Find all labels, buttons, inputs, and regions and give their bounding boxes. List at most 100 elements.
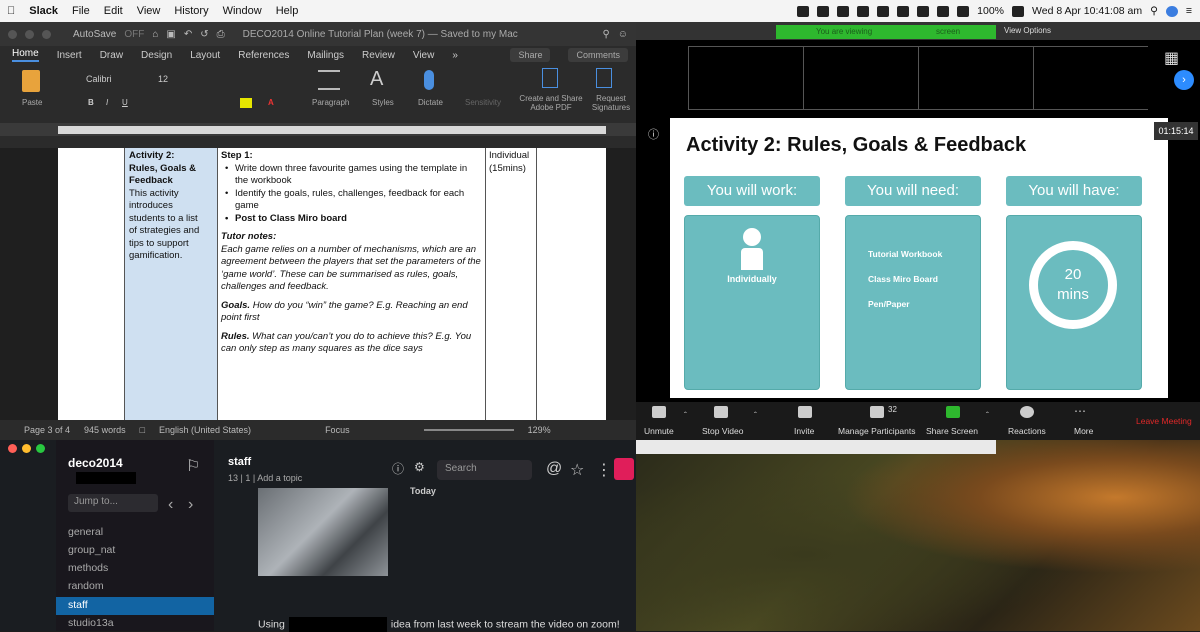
- paste-icon[interactable]: [22, 70, 40, 92]
- font-color-button[interactable]: A: [268, 98, 274, 107]
- video-options-icon[interactable]: ˆ: [754, 410, 757, 420]
- undo-icon[interactable]: ↶: [184, 29, 192, 40]
- participant-thumb-4[interactable]: [1034, 47, 1149, 109]
- more-icon[interactable]: ⋯: [1074, 404, 1086, 418]
- create-share-pdf-button[interactable]: Create and Share Adobe PDF: [518, 94, 584, 112]
- cloud-icon[interactable]: [857, 5, 870, 17]
- menu-app-slack[interactable]: Slack: [22, 5, 65, 17]
- tab-review[interactable]: Review: [362, 50, 395, 61]
- unmute-button[interactable]: Unmute: [644, 426, 674, 436]
- tab-mailings[interactable]: Mailings: [307, 50, 344, 61]
- menu-help[interactable]: Help: [269, 5, 306, 17]
- gift-icon[interactable]: [614, 458, 634, 480]
- menu-window[interactable]: Window: [216, 5, 269, 17]
- request-signatures-button[interactable]: Request Signatures: [588, 94, 634, 112]
- search-icon[interactable]: ⚲: [602, 29, 609, 40]
- more-button[interactable]: More: [1074, 426, 1093, 436]
- zoom-slider[interactable]: [423, 429, 514, 431]
- details-icon[interactable]: ⓘ: [392, 460, 404, 477]
- channel-methods[interactable]: methods: [68, 562, 108, 574]
- settings-gear-icon[interactable]: ⚙: [414, 460, 425, 474]
- stop-video-button[interactable]: Stop Video: [702, 426, 743, 436]
- save-icon[interactable]: ▣: [166, 29, 175, 40]
- ruler[interactable]: [0, 124, 636, 136]
- tab-view[interactable]: View: [413, 50, 435, 61]
- focus-button[interactable]: Focus: [325, 425, 350, 435]
- autosave-label[interactable]: AutoSave: [73, 29, 116, 40]
- document-page[interactable]: Activity 2: Rules, Goals & Feedback This…: [58, 148, 606, 420]
- workspace-name[interactable]: deco2014: [68, 456, 123, 470]
- slack-close-button[interactable]: [8, 444, 17, 453]
- next-page-button[interactable]: ›: [1174, 70, 1194, 90]
- adobe-pdf-icon[interactable]: [542, 68, 558, 88]
- participants-icon[interactable]: [870, 406, 884, 418]
- request-signatures-icon[interactable]: [596, 68, 612, 88]
- more-tabs-icon[interactable]: »: [452, 50, 458, 61]
- info-icon[interactable]: ⓘ: [648, 126, 659, 142]
- participant-thumb-3[interactable]: [919, 47, 1034, 109]
- back-icon[interactable]: ‹: [168, 496, 173, 514]
- notifications-icon[interactable]: ⚐: [186, 456, 200, 476]
- search-input[interactable]: Search: [437, 460, 532, 480]
- styles-icon[interactable]: A: [370, 68, 383, 91]
- forward-icon[interactable]: ›: [188, 496, 193, 514]
- dictate-icon[interactable]: [424, 70, 434, 90]
- channel-random[interactable]: random: [68, 580, 104, 592]
- tray-icon-1[interactable]: [797, 5, 810, 17]
- volume-icon[interactable]: [957, 5, 970, 17]
- menubar-clock[interactable]: Wed 8 Apr 10:41:08 am: [1032, 5, 1142, 17]
- language[interactable]: English (United States): [159, 425, 251, 435]
- slack-zoom-button[interactable]: [36, 444, 45, 453]
- tray-icon-3[interactable]: [837, 5, 850, 17]
- menu-edit[interactable]: Edit: [97, 5, 130, 17]
- bluetooth-icon[interactable]: [917, 5, 930, 17]
- dropbox-icon[interactable]: [817, 5, 830, 17]
- tab-references[interactable]: References: [238, 50, 289, 61]
- underline-button[interactable]: U: [122, 98, 128, 107]
- video-camera-icon[interactable]: [714, 406, 728, 418]
- tab-layout[interactable]: Layout: [190, 50, 220, 61]
- channel-header[interactable]: staff: [228, 456, 251, 468]
- font-size-select[interactable]: 12: [158, 74, 168, 84]
- slack-minimize-button[interactable]: [22, 444, 31, 453]
- dictate-button[interactable]: Dictate: [418, 98, 443, 107]
- microphone-muted-icon[interactable]: [652, 406, 666, 418]
- channel-general[interactable]: general: [68, 526, 103, 538]
- manage-participants-button[interactable]: Manage Participants: [838, 426, 916, 436]
- proofing-icon[interactable]: □: [140, 425, 145, 435]
- control-center-icon[interactable]: ≡: [1186, 5, 1192, 17]
- steps-cell[interactable]: Step 1: Write down three favourite games…: [218, 148, 486, 420]
- apple-icon[interactable]: : [0, 5, 22, 17]
- font-name-select[interactable]: Calibri: [86, 74, 112, 84]
- mode-cell[interactable]: Individual (15mins): [486, 148, 538, 420]
- italic-button[interactable]: I: [106, 98, 108, 107]
- invite-icon[interactable]: [798, 406, 812, 418]
- menu-history[interactable]: History: [167, 5, 215, 17]
- channel-studio13a[interactable]: studio13a: [68, 617, 114, 629]
- word-count[interactable]: 945 words: [84, 425, 126, 435]
- gallery-view-icon[interactable]: ▦: [1164, 48, 1179, 68]
- home-icon[interactable]: ⌂: [152, 29, 158, 40]
- share-screen-icon[interactable]: [946, 406, 960, 418]
- tab-insert[interactable]: Insert: [57, 50, 82, 61]
- highlight-color-button[interactable]: [240, 98, 252, 108]
- zoom-window-button[interactable]: [42, 29, 51, 39]
- jump-to-button[interactable]: Jump to...: [68, 494, 158, 512]
- spotlight-icon[interactable]: ⚲: [1150, 5, 1158, 17]
- page-count[interactable]: Page 3 of 4: [24, 425, 70, 435]
- paragraph-button[interactable]: Paragraph: [312, 98, 349, 107]
- participant-thumb-1[interactable]: [689, 47, 804, 109]
- reactions-icon[interactable]: [1020, 406, 1034, 418]
- message-image[interactable]: [258, 488, 388, 576]
- smiley-icon[interactable]: ☺: [618, 29, 628, 40]
- channel-group-nat[interactable]: group_nat: [68, 544, 115, 556]
- zoom-level[interactable]: 129%: [528, 425, 551, 435]
- paragraph-icon[interactable]: [318, 70, 340, 90]
- channel-meta[interactable]: 13 | 1 | Add a topic: [228, 473, 302, 483]
- close-window-button[interactable]: [8, 29, 17, 39]
- comments-button[interactable]: Comments: [568, 48, 628, 62]
- star-icon[interactable]: ☆: [570, 460, 584, 480]
- participant-thumb-2[interactable]: [804, 47, 919, 109]
- audio-options-icon[interactable]: ˆ: [684, 410, 687, 420]
- bold-button[interactable]: B: [88, 98, 94, 107]
